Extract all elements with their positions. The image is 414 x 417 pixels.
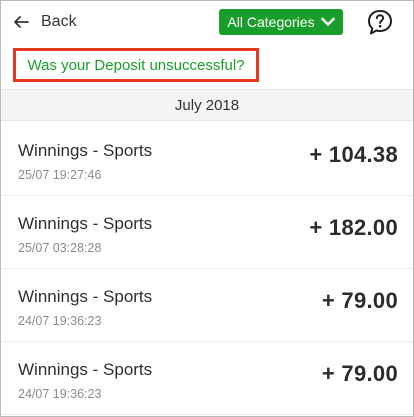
month-header: July 2018: [1, 89, 413, 121]
transaction-amount: + 79.00: [321, 288, 398, 313]
transaction-time: 24/07 19:36:23: [18, 314, 102, 328]
transaction-time: 25/07 19:27:46: [18, 168, 102, 182]
category-label: All Categories: [227, 14, 315, 30]
transaction-time: 24/07 19:36:23: [18, 387, 102, 401]
transaction-amount: + 79.00: [321, 361, 398, 386]
arrow-left-icon: [14, 16, 29, 28]
transaction-amount: + 182.00: [309, 215, 398, 240]
top-bar: Back All Categories: [1, 1, 413, 43]
deposit-unsuccessful-link[interactable]: Was your Deposit unsuccessful?: [13, 48, 259, 82]
transaction-list: Winnings - Sports 25/07 19:27:46 + 104.3…: [1, 123, 413, 415]
transactions-screen: Back All Categories Was your Deposit uns…: [0, 0, 414, 417]
back-label: Back: [41, 13, 77, 30]
transaction-title: Winnings - Sports: [18, 141, 153, 160]
transaction-row[interactable]: Winnings - Sports 25/07 03:28:28 + 182.0…: [1, 196, 413, 269]
transaction-title: Winnings - Sports: [18, 214, 153, 233]
transaction-time: 25/07 03:28:28: [18, 241, 102, 255]
all-categories-dropdown[interactable]: All Categories: [219, 9, 343, 35]
transaction-row[interactable]: Winnings - Sports 25/07 19:27:46 + 104.3…: [1, 123, 413, 196]
transaction-title: Winnings - Sports: [18, 287, 153, 306]
transaction-row[interactable]: Winnings - Sports 24/07 19:36:23 + 79.00: [1, 342, 413, 415]
chevron-down-icon: [320, 17, 335, 26]
help-button[interactable]: [366, 8, 394, 36]
back-button[interactable]: Back: [13, 10, 77, 34]
transaction-title: Winnings - Sports: [18, 360, 153, 379]
deposit-banner: Was your Deposit unsuccessful?: [1, 43, 413, 93]
transaction-amount: + 104.38: [309, 142, 398, 167]
transaction-row[interactable]: Winnings - Sports 24/07 19:36:23 + 79.00: [1, 269, 413, 342]
question-bubble-icon: [368, 10, 392, 35]
